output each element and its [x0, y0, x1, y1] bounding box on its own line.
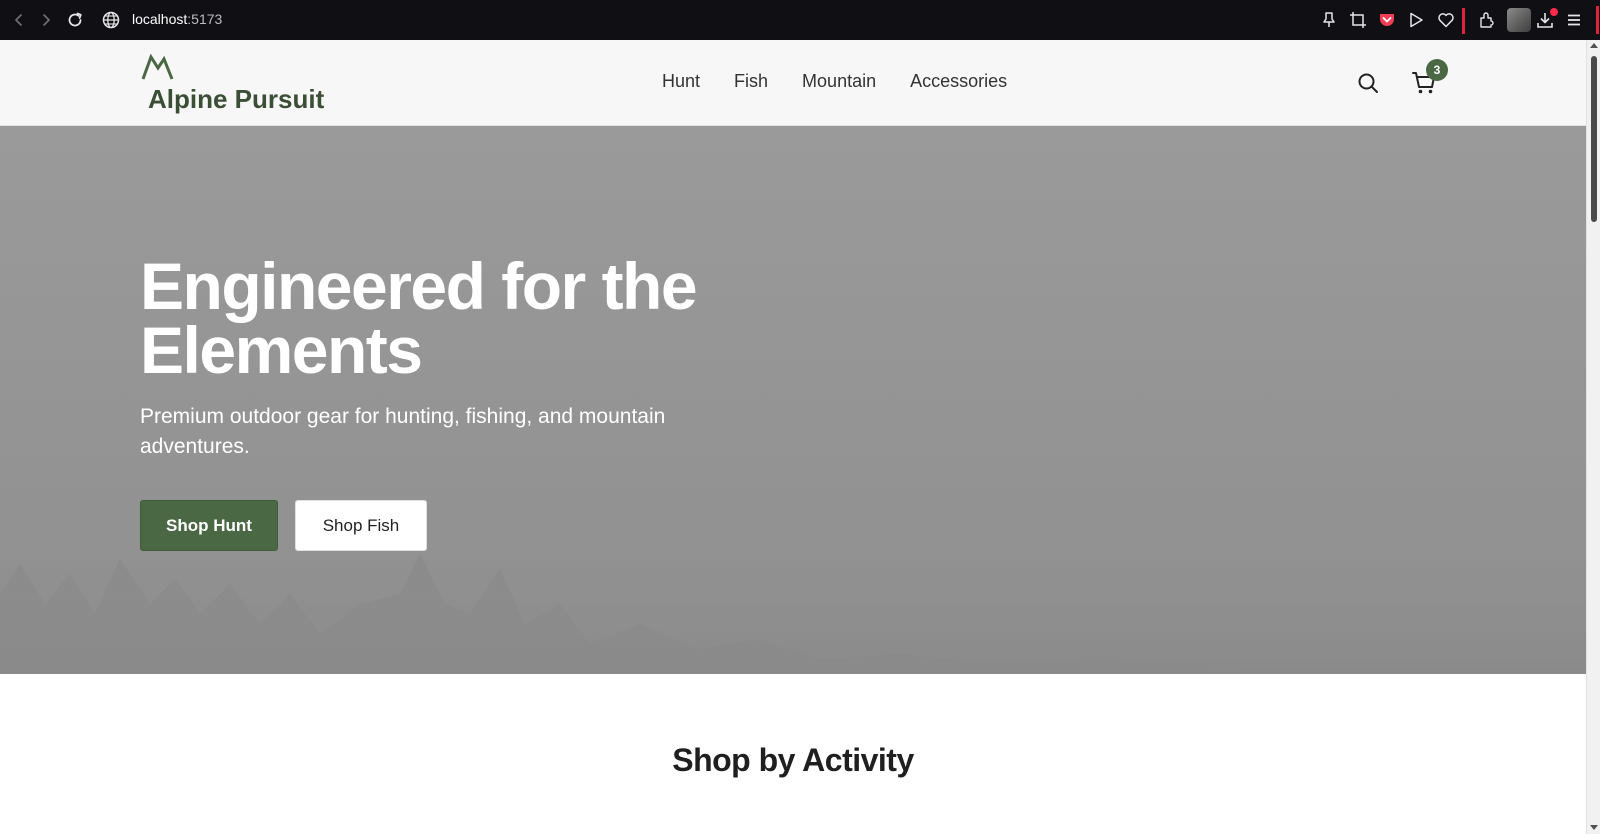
brand-name: Alpine Pursuit	[148, 84, 325, 114]
section-title: Shop by Activity	[672, 742, 914, 778]
cart-count-badge: 3	[1426, 59, 1448, 81]
scrollbar-thumb[interactable]	[1591, 56, 1597, 222]
back-icon[interactable]	[9, 10, 29, 30]
url-host: localhost	[132, 11, 188, 27]
scroll-up-arrow-icon[interactable]	[1590, 43, 1598, 48]
hero-banner: Engineered for the Elements Premium outd…	[0, 126, 1586, 674]
nav-hunt[interactable]: Hunt	[662, 71, 700, 92]
nav-fish[interactable]: Fish	[734, 71, 768, 92]
mountain-icon	[141, 53, 174, 80]
menu-icon[interactable]	[1564, 10, 1584, 30]
screenshot-icon[interactable]	[1348, 10, 1368, 30]
toolbar-separator	[1462, 8, 1465, 34]
extensions-icon[interactable]	[1477, 10, 1497, 30]
nav-accessories[interactable]: Accessories	[910, 71, 1007, 92]
heart-icon[interactable]	[1436, 10, 1456, 30]
page-scrollbar[interactable]	[1586, 40, 1600, 834]
main-nav: Hunt Fish Mountain Accessories	[662, 71, 1041, 92]
shop-hunt-button[interactable]: Shop Hunt	[140, 500, 278, 551]
pocket-icon[interactable]	[1377, 10, 1397, 30]
shop-fish-button[interactable]: Shop Fish	[295, 500, 427, 551]
site-info-icon[interactable]	[101, 10, 121, 30]
hero-title-line-1: Engineered for the	[140, 249, 698, 323]
hero-title-line-2: Elements	[140, 313, 423, 387]
hero-subtitle: Premium outdoor gear for hunting, fishin…	[140, 405, 666, 458]
pin-icon[interactable]	[1319, 10, 1339, 30]
scroll-down-arrow-icon[interactable]	[1590, 825, 1598, 830]
play-icon[interactable]	[1406, 10, 1426, 30]
browser-toolbar: localhost:5173	[0, 0, 1600, 40]
nav-mountain[interactable]: Mountain	[802, 71, 876, 92]
address-bar[interactable]: localhost:5173	[132, 11, 222, 27]
site-header: Alpine Pursuit Hunt Fish Mountain Access…	[0, 40, 1586, 126]
window-edge-accent	[1596, 6, 1599, 34]
page-viewport: Alpine Pursuit Hunt Fish Mountain Access…	[0, 40, 1586, 834]
hero-title: Engineered for the Elements	[140, 253, 698, 383]
search-icon[interactable]	[1356, 71, 1380, 95]
url-port: :5173	[187, 11, 223, 27]
profile-avatar[interactable]	[1507, 8, 1531, 32]
forward-icon[interactable]	[36, 10, 56, 30]
notification-dot	[1550, 8, 1558, 16]
reload-icon[interactable]	[65, 10, 85, 30]
